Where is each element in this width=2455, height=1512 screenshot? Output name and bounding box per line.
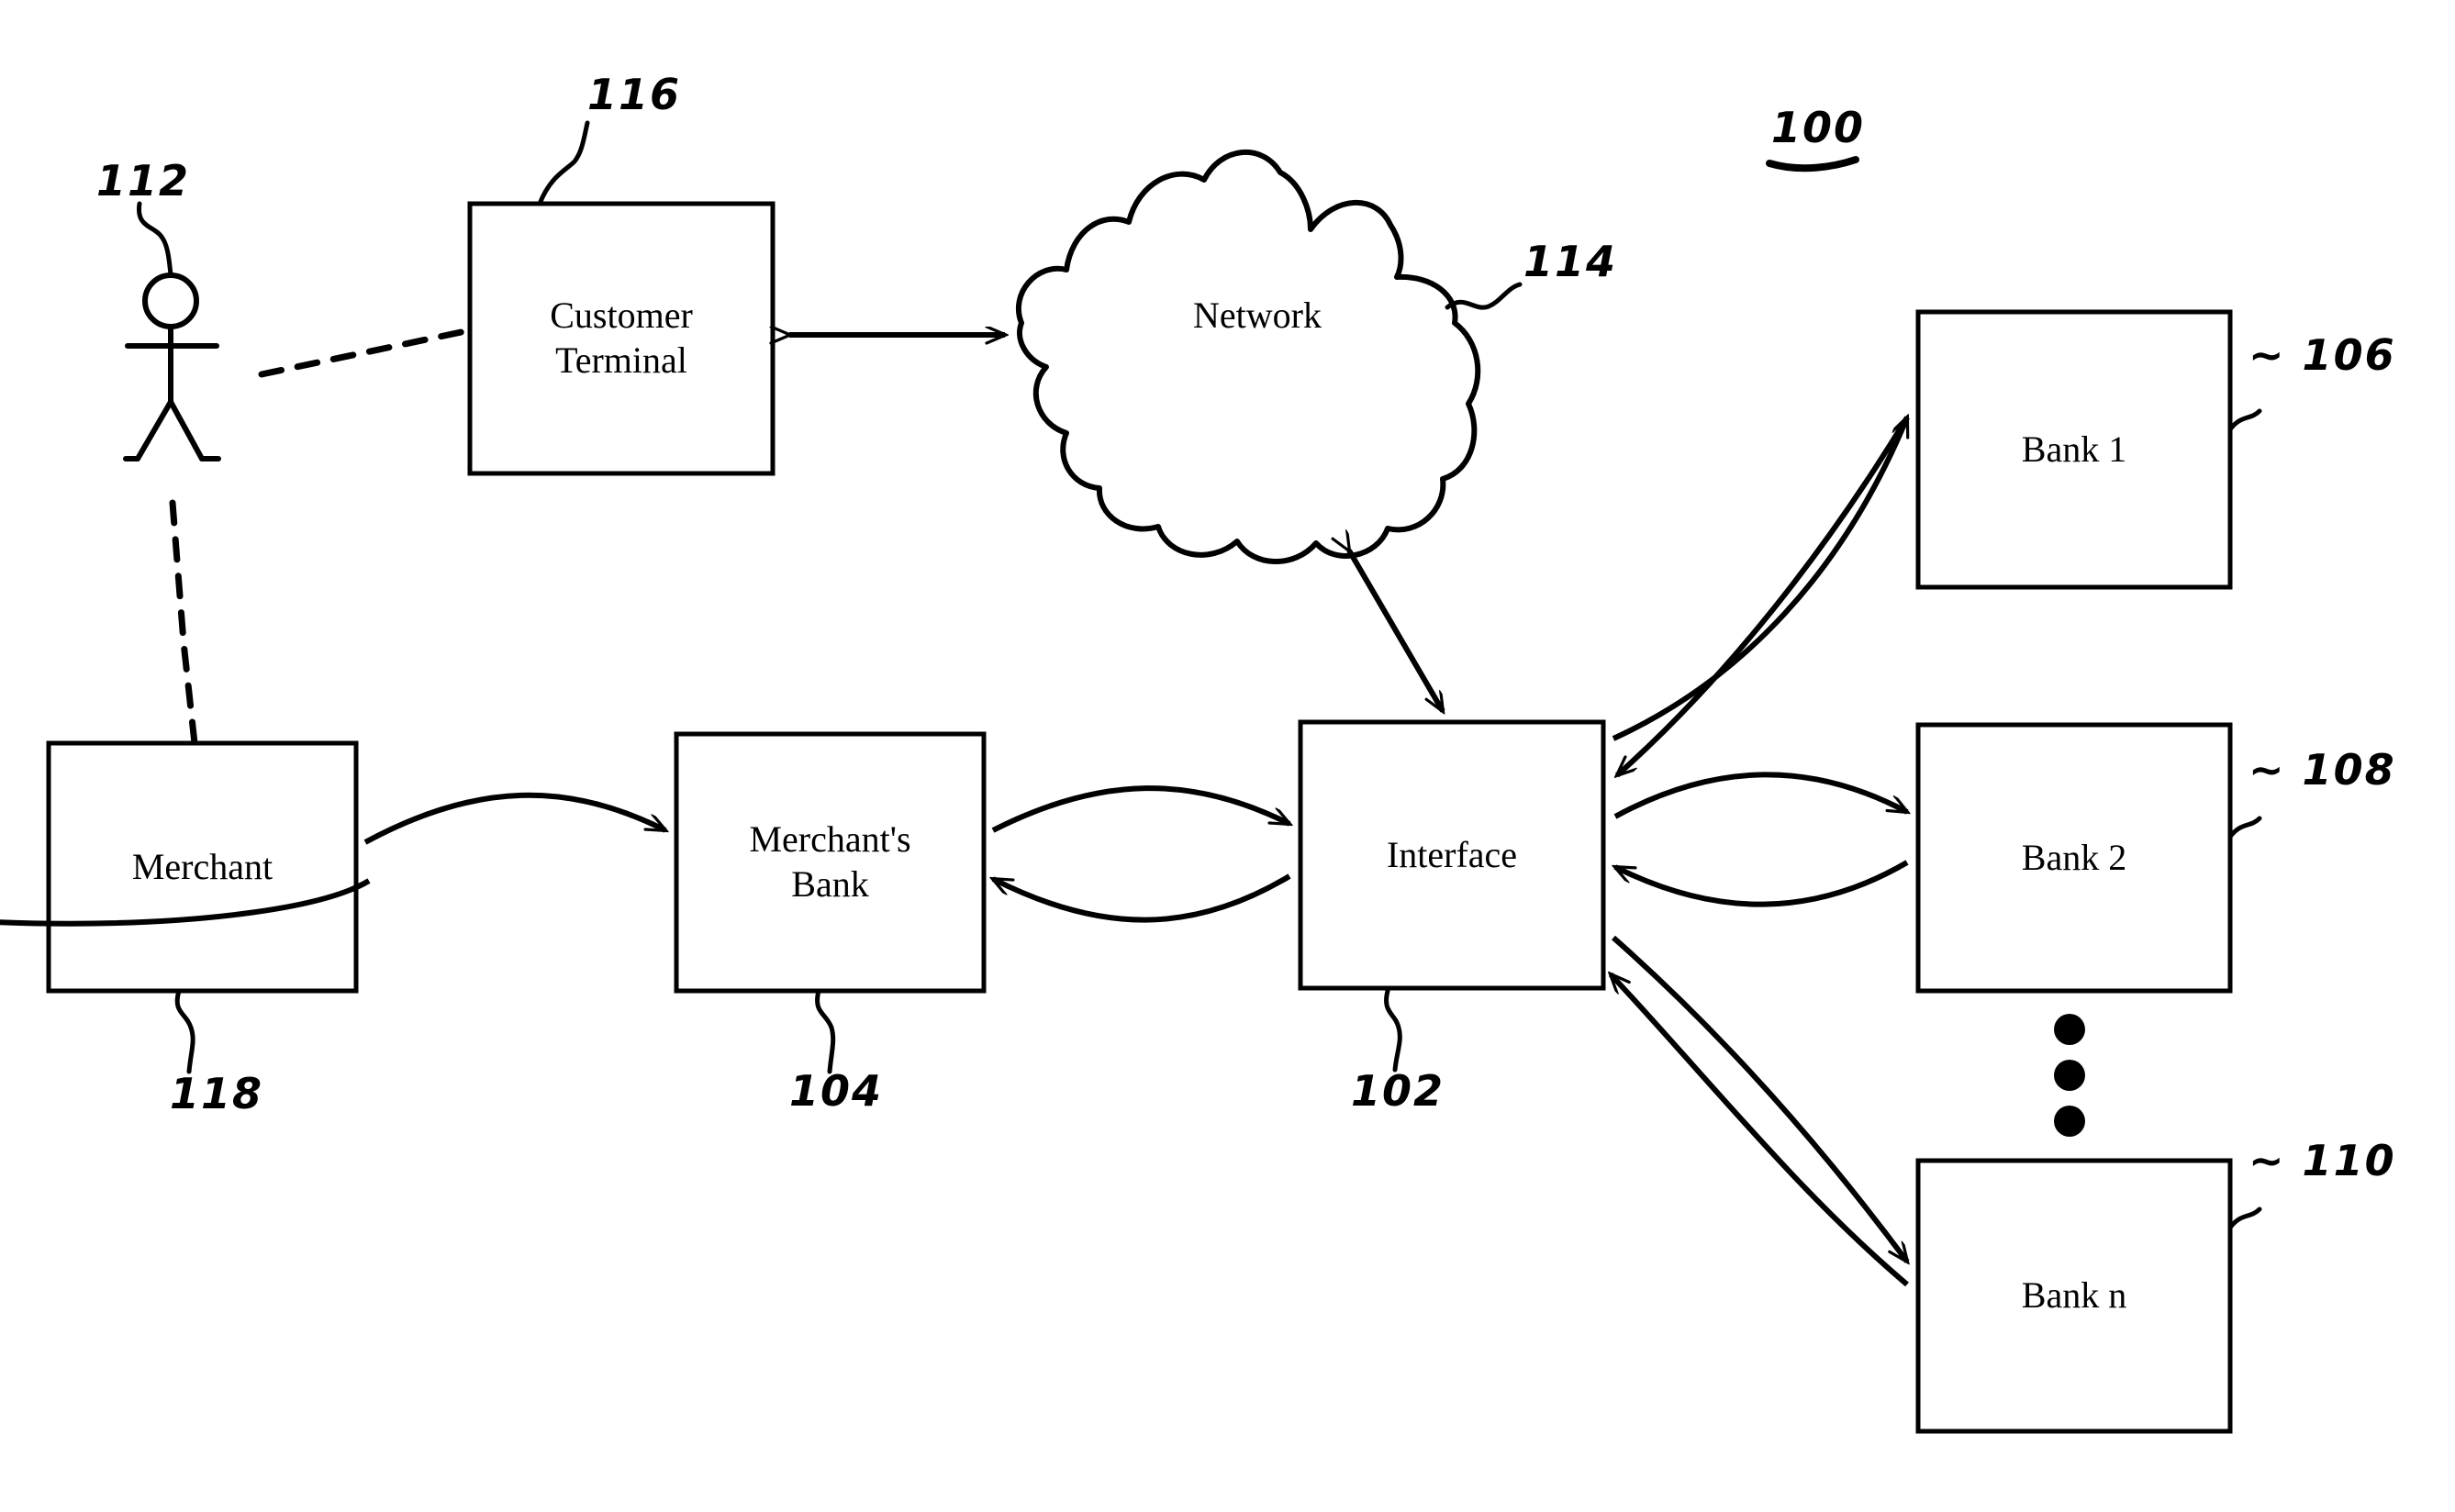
customer-to-merchant-dashed — [169, 499, 198, 747]
bank-2-box[interactable] — [1915, 722, 2233, 994]
ref-leader-114 — [1445, 282, 1523, 310]
interface-box[interactable] — [1298, 719, 1606, 991]
ref-100-underline — [1766, 156, 1859, 172]
merchants-bank-to-interface-arrow — [991, 785, 1289, 833]
ref-leader-102 — [1384, 988, 1402, 1073]
network-cloud[interactable] — [1015, 150, 1481, 564]
ref-number-110: ~ 110 — [2249, 1136, 2396, 1185]
merchants-bank-box[interactable] — [674, 731, 987, 994]
interface-to-bank-1-arrow — [1612, 417, 1910, 741]
ref-number-112: 112 — [96, 156, 191, 206]
ref-leader-110 — [2227, 1206, 2262, 1230]
ref-leader-104 — [815, 988, 836, 1074]
ref-leader-118 — [174, 988, 195, 1074]
ref-leader-108 — [2227, 816, 2262, 839]
ref-number-114: 114 — [1523, 237, 1618, 286]
bank-n-to-interface-arrow — [1611, 974, 1909, 1287]
bank-n-box[interactable] — [1915, 1158, 2233, 1434]
ref-number-106: ~ 106 — [2249, 330, 2396, 380]
merchant-to-merchants-bank-arrow — [363, 792, 665, 845]
figure-canvas: Customer Terminal Network Interface Merc… — [0, 0, 2455, 1512]
ref-leader-106 — [2227, 408, 2262, 432]
ref-number-118: 118 — [170, 1069, 264, 1118]
interface-to-merchants-bank-arrow — [993, 873, 1291, 923]
network-label: Network — [1193, 295, 1322, 336]
ref-number-108: ~ 108 — [2249, 745, 2396, 795]
customer-to-terminal-dashed — [258, 327, 474, 378]
ref-number-102: 102 — [1351, 1066, 1445, 1116]
customer-terminal-box[interactable] — [467, 201, 776, 476]
diagram-svg — [0, 120, 2262, 1434]
merchant-box[interactable] — [46, 740, 359, 994]
network-interface-arrow — [1349, 550, 1445, 711]
ref-number-116: 116 — [587, 70, 682, 119]
bank-ellipsis-dots — [2054, 1014, 2085, 1137]
ref-leader-112 — [137, 201, 173, 278]
ref-leader-116 — [537, 120, 590, 206]
merchants-bank-to-merchant-arrow — [0, 878, 371, 927]
bank-1-box[interactable] — [1915, 309, 2233, 590]
bank-1-to-interface-arrow — [1617, 416, 1910, 775]
ref-number-104: 104 — [789, 1066, 884, 1116]
ref-number-100: 100 — [1771, 103, 1866, 152]
bank-2-to-interface-arrow — [1615, 860, 1909, 907]
interface-to-bank-2-arrow — [1613, 772, 1907, 819]
customer-stick-figure[interactable] — [123, 272, 221, 461]
interface-to-bank-n-arrow — [1612, 935, 1907, 1262]
